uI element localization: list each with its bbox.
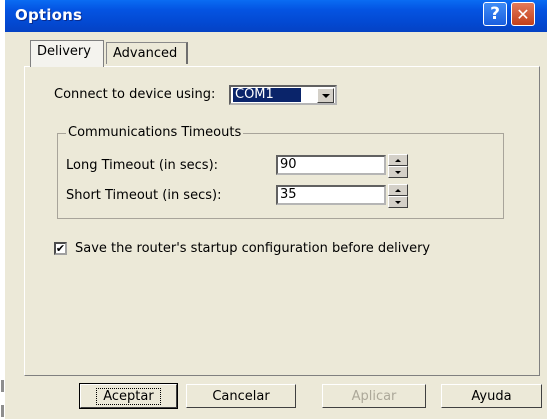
title-bar[interactable]: Options ? ✕ (5, 0, 547, 32)
checkmark-icon: ✔ (55, 242, 66, 255)
long-timeout-label: Long Timeout (in secs): (66, 158, 219, 173)
connect-device-select[interactable]: COM1 (229, 85, 337, 105)
tab-strip: Delivery Advanced (5, 32, 547, 68)
background-window-mark (1, 380, 4, 392)
apply-button[interactable]: Aplicar (322, 384, 426, 408)
group-title: Communications Timeouts (66, 125, 244, 140)
save-startup-config-checkbox[interactable]: ✔ (54, 242, 67, 255)
dialog-title: Options (15, 6, 83, 24)
short-timeout-input[interactable]: 35 (276, 185, 386, 205)
communications-timeouts-group: Communications Timeouts Long Timeout (in… (57, 125, 504, 219)
short-timeout-label: Short Timeout (in secs): (66, 188, 222, 203)
close-icon[interactable]: ✕ (511, 2, 535, 26)
tab-delivery[interactable]: Delivery (30, 40, 104, 67)
arrow-down-icon[interactable] (388, 166, 408, 178)
help-button[interactable]: Ayuda (441, 384, 542, 408)
help-icon[interactable]: ? (483, 2, 507, 26)
tab-delivery-label: Delivery (37, 44, 91, 59)
apply-button-label: Aplicar (351, 388, 397, 404)
short-timeout-spinner (388, 184, 408, 208)
cancel-button[interactable]: Cancelar (186, 384, 296, 408)
ok-button[interactable]: Aceptar (79, 383, 178, 409)
chevron-down-icon[interactable] (317, 88, 334, 103)
delivery-tab-panel: Connect to device using: COM1 Communicat… (24, 66, 540, 376)
arrow-up-icon[interactable] (388, 184, 408, 196)
save-startup-config-label[interactable]: Save the router's startup configuration … (75, 241, 430, 256)
tab-advanced[interactable]: Advanced (106, 42, 188, 64)
connect-device-value: COM1 (233, 88, 301, 102)
long-timeout-spinner (388, 154, 408, 178)
help-button-label: Ayuda (471, 388, 512, 404)
ok-button-label: Aceptar (96, 387, 161, 405)
cancel-button-label: Cancelar (212, 388, 270, 404)
long-timeout-input[interactable]: 90 (276, 155, 386, 175)
arrow-up-icon[interactable] (388, 154, 408, 166)
background-window-mark (1, 405, 4, 417)
options-dialog: Options ? ✕ Delivery Advanced Connect to… (5, 0, 547, 419)
connect-device-label: Connect to device using: (54, 87, 216, 102)
arrow-down-icon[interactable] (388, 196, 408, 208)
tab-advanced-label: Advanced (113, 46, 178, 61)
